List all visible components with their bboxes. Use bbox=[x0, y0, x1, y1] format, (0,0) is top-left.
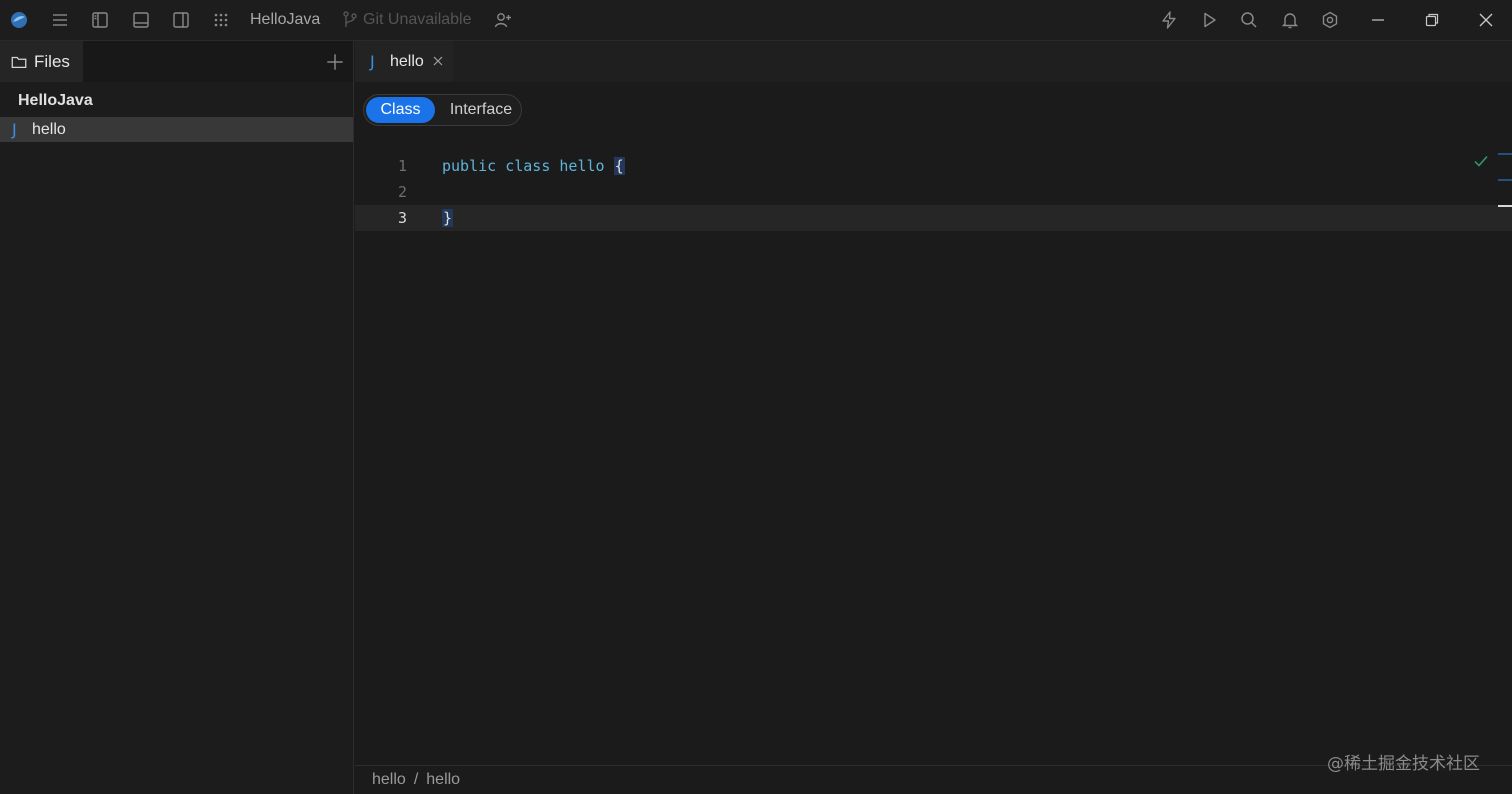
code-keywords: public class hello bbox=[442, 157, 614, 175]
app-window: HelloJava Git Unavailable Files HelloJav… bbox=[0, 0, 1512, 794]
breadcrumb-part[interactable]: hello bbox=[426, 771, 460, 789]
file-explorer-sidebar: Files HelloJava J hello bbox=[0, 41, 354, 794]
tab-hello[interactable]: J hello bbox=[355, 41, 453, 82]
code-line[interactable]: 1 public class hello { bbox=[355, 153, 1512, 179]
git-branch-icon bbox=[338, 8, 362, 32]
code-text: public class hello { bbox=[442, 157, 625, 175]
plus-icon bbox=[327, 54, 343, 70]
line-number: 1 bbox=[397, 157, 407, 175]
watermark: @稀土掘金技术社区 bbox=[1327, 754, 1480, 774]
search-icon[interactable] bbox=[1237, 8, 1261, 32]
file-item-label: hello bbox=[32, 120, 66, 138]
scrollbar-marker bbox=[1498, 153, 1512, 155]
close-window-icon[interactable] bbox=[1474, 8, 1498, 32]
line-number: 2 bbox=[397, 183, 407, 201]
apps-grid-icon[interactable] bbox=[209, 8, 233, 32]
notification-bell-icon[interactable] bbox=[1278, 8, 1302, 32]
minimize-icon[interactable] bbox=[1366, 8, 1390, 32]
folder-icon bbox=[11, 56, 27, 68]
toggle-right-panel-icon[interactable] bbox=[169, 8, 193, 32]
add-file-button[interactable] bbox=[324, 51, 346, 73]
class-option-button[interactable]: Class bbox=[366, 97, 435, 123]
class-interface-toggle: Class Interface bbox=[363, 94, 522, 126]
interface-option-button[interactable]: Interface bbox=[442, 97, 520, 123]
java-file-icon: J bbox=[370, 52, 375, 71]
code-line-active[interactable]: 3 } bbox=[355, 205, 1512, 231]
toggle-bottom-panel-icon[interactable] bbox=[129, 8, 153, 32]
add-user-icon[interactable] bbox=[491, 8, 515, 32]
lightning-icon[interactable] bbox=[1157, 8, 1181, 32]
file-item-hello[interactable]: J hello bbox=[0, 117, 353, 142]
restore-icon[interactable] bbox=[1420, 8, 1444, 32]
project-root-label[interactable]: HelloJava bbox=[18, 92, 93, 110]
menu-icon[interactable] bbox=[48, 8, 72, 32]
settings-gear-icon[interactable] bbox=[1318, 8, 1342, 32]
project-title[interactable]: HelloJava bbox=[250, 11, 320, 29]
close-tab-icon[interactable] bbox=[431, 54, 445, 68]
files-tab[interactable]: Files bbox=[0, 41, 83, 82]
code-text: } bbox=[442, 209, 454, 227]
run-icon[interactable] bbox=[1197, 8, 1221, 32]
breadcrumb-part[interactable]: hello bbox=[372, 771, 406, 789]
code-editor[interactable]: Class Interface 1 public class hello { 2… bbox=[355, 82, 1512, 765]
line-number: 3 bbox=[397, 209, 407, 227]
scrollbar-cursor-marker bbox=[1498, 205, 1512, 207]
app-logo-icon bbox=[7, 8, 31, 32]
title-bar: HelloJava Git Unavailable bbox=[0, 0, 1512, 41]
close-brace: } bbox=[442, 209, 454, 227]
files-tab-label: Files bbox=[34, 51, 70, 71]
open-brace: { bbox=[613, 157, 625, 175]
scrollbar-marker bbox=[1498, 179, 1512, 181]
editor-tab-bar: J hello bbox=[355, 41, 1512, 82]
check-icon bbox=[1474, 156, 1488, 167]
tab-label: hello bbox=[390, 52, 424, 70]
code-line[interactable]: 2 bbox=[355, 179, 1512, 205]
toggle-left-panel-icon[interactable] bbox=[88, 8, 112, 32]
java-file-icon: J bbox=[12, 120, 17, 139]
git-status[interactable]: Git Unavailable bbox=[363, 11, 472, 29]
sidebar-header: Files bbox=[0, 41, 353, 82]
breadcrumb-separator: / bbox=[413, 771, 419, 788]
